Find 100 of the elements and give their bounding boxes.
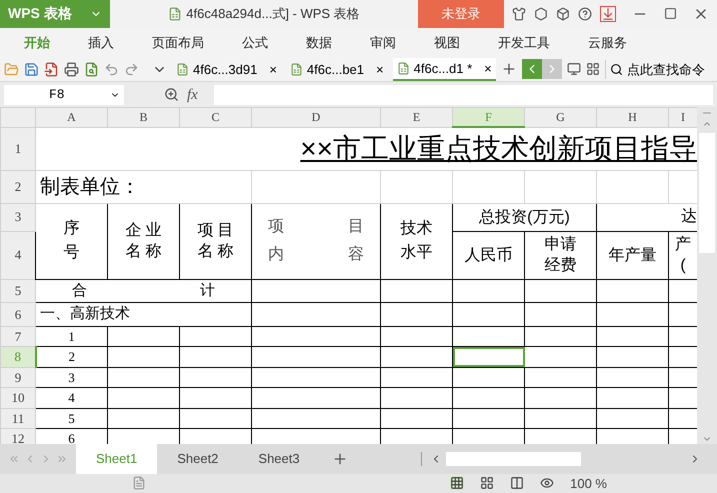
table-cell[interactable] xyxy=(380,279,452,303)
next-button[interactable] xyxy=(542,59,562,80)
column-header[interactable]: G xyxy=(524,108,596,128)
tab-close[interactable]: × xyxy=(484,58,492,78)
normal-view-icon[interactable] xyxy=(450,476,464,490)
table-cell[interactable] xyxy=(524,302,596,326)
table-cell[interactable]: 技术 水平 xyxy=(380,203,452,280)
table-cell[interactable] xyxy=(180,408,252,429)
maximize-icon[interactable] xyxy=(664,7,677,20)
table-cell[interactable] xyxy=(380,346,452,368)
monitor-icon[interactable] xyxy=(566,62,581,76)
menu-tab[interactable]: 视图 xyxy=(422,28,472,58)
table-cell[interactable]: 1 xyxy=(36,326,108,347)
table-cell[interactable] xyxy=(524,367,596,388)
table-cell[interactable]: 总投资(万元) xyxy=(452,203,596,232)
table-cell[interactable]: 项 目 名 称 xyxy=(180,203,252,280)
table-cell[interactable] xyxy=(108,388,180,408)
cube-icon[interactable] xyxy=(556,6,570,21)
table-cell[interactable]: 企 业 名 称 xyxy=(108,203,180,280)
table-cell[interactable] xyxy=(524,388,596,408)
vertical-scrollbar[interactable] xyxy=(697,107,717,444)
table-cell[interactable] xyxy=(452,408,524,429)
document-tab[interactable]: 4f6c...d1 * × xyxy=(392,58,496,82)
table-cell[interactable]: 制表单位： xyxy=(36,170,252,204)
table-cell[interactable]: 人民币 xyxy=(452,231,524,280)
table-cell[interactable]: 5 xyxy=(36,408,108,429)
row-header[interactable]: 1 xyxy=(0,127,36,170)
table-cell[interactable]: 4 xyxy=(36,388,108,408)
table-cell[interactable] xyxy=(452,279,524,303)
table-cell[interactable] xyxy=(452,326,524,347)
menu-tab[interactable]: 插入 xyxy=(76,28,126,58)
table-cell[interactable] xyxy=(108,408,180,429)
table-cell[interactable] xyxy=(524,346,596,368)
save-icon[interactable] xyxy=(24,62,39,77)
table-cell[interactable] xyxy=(596,408,668,429)
table-cell[interactable] xyxy=(596,279,668,303)
row-header[interactable]: 7 xyxy=(0,326,36,347)
row-header[interactable]: 9 xyxy=(0,367,36,388)
row-header[interactable]: 10 xyxy=(0,388,36,408)
menu-tab[interactable]: 审阅 xyxy=(358,28,408,58)
row-header[interactable]: 2 xyxy=(0,170,36,204)
printer-icon[interactable] xyxy=(64,62,79,77)
table-cell[interactable]: 2 xyxy=(36,346,108,368)
menu-tab[interactable]: 云服务 xyxy=(576,28,639,58)
page-break-icon[interactable] xyxy=(480,476,494,490)
menu-tab[interactable]: 开发工具 xyxy=(486,28,562,58)
table-cell[interactable] xyxy=(380,408,452,429)
add-sheet-icon[interactable] xyxy=(332,450,348,467)
column-header[interactable]: I xyxy=(668,108,697,128)
table-cell[interactable] xyxy=(596,367,668,388)
table-cell[interactable] xyxy=(596,346,668,368)
tab-close[interactable]: × xyxy=(376,60,384,80)
table-cell[interactable] xyxy=(596,302,668,326)
table-cell[interactable]: 合 计 xyxy=(36,279,252,303)
table-cell[interactable] xyxy=(380,326,452,347)
table-cell[interactable] xyxy=(180,346,252,368)
table-cell[interactable] xyxy=(524,279,596,303)
sheet-tab[interactable]: Sheet2 xyxy=(157,444,238,474)
undo-icon[interactable] xyxy=(104,62,119,77)
row-header[interactable]: 3 xyxy=(0,203,36,232)
redo-icon[interactable] xyxy=(124,62,139,77)
zoom-level[interactable]: 100 % xyxy=(570,474,607,493)
table-cell[interactable] xyxy=(252,408,380,429)
sheet-tab[interactable]: Sheet1 xyxy=(76,444,158,474)
document-tab[interactable]: 4f6c...3d91 × xyxy=(172,58,281,82)
table-cell[interactable]: 3 xyxy=(36,367,108,388)
column-header[interactable]: E xyxy=(380,108,452,128)
function-button[interactable]: fx xyxy=(187,84,198,106)
table-cell[interactable] xyxy=(524,408,596,429)
menu-tab[interactable]: 页面布局 xyxy=(140,28,216,58)
sheet-tab[interactable]: Sheet3 xyxy=(238,444,320,474)
page-layout-icon[interactable] xyxy=(510,476,524,490)
table-cell[interactable] xyxy=(180,388,252,408)
table-cell[interactable] xyxy=(252,326,380,347)
table-cell[interactable] xyxy=(452,367,524,388)
table-cell[interactable]: 申请 经费 xyxy=(524,231,596,280)
menu-tab[interactable]: 公式 xyxy=(230,28,280,58)
table-cell[interactable]: 一、高新技术 xyxy=(36,302,252,326)
table-cell[interactable] xyxy=(452,302,524,326)
hexagon-icon[interactable] xyxy=(534,6,548,21)
export-icon[interactable] xyxy=(44,62,59,77)
name-box[interactable]: F8 xyxy=(4,84,124,105)
table-cell[interactable] xyxy=(380,388,452,408)
skin-icon[interactable] xyxy=(512,6,526,21)
table-cell[interactable] xyxy=(380,367,452,388)
row-header[interactable]: 12 xyxy=(0,428,36,444)
row-header[interactable]: 4 xyxy=(0,231,36,280)
table-cell[interactable] xyxy=(252,279,380,303)
print-preview-icon[interactable] xyxy=(84,62,99,77)
row-header[interactable]: 11 xyxy=(0,408,36,429)
table-cell[interactable]: 项 目 内 容 xyxy=(252,203,380,280)
tab-close[interactable]: × xyxy=(269,60,277,80)
table-cell[interactable] xyxy=(252,302,380,326)
table-cell[interactable] xyxy=(452,388,524,408)
table-cell[interactable] xyxy=(252,367,380,388)
zoom-icon[interactable] xyxy=(164,87,179,102)
table-cell[interactable] xyxy=(108,346,180,368)
table-cell[interactable] xyxy=(596,388,668,408)
menu-tab[interactable]: 数据 xyxy=(294,28,344,58)
table-cell[interactable] xyxy=(180,367,252,388)
